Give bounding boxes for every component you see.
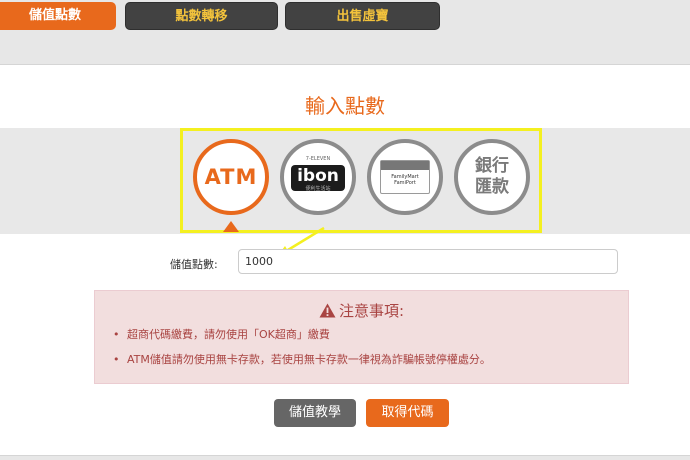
points-label: 儲值點數: [170,258,218,271]
payment-option-bank-transfer[interactable]: 銀行 匯款 [454,139,530,215]
famiport-stripe [381,161,429,170]
ibon-brand-label: 7-ELEVEN [305,156,331,162]
payment-option-atm[interactable]: ATM [193,139,269,215]
notice-heading: 注意事項: [95,300,628,321]
payment-option-famiport[interactable]: FamilyMart FamiPort [367,139,443,215]
ibon-sublabel: 便利生活站 [305,186,331,192]
section-title: 輸入點數 [305,94,385,118]
tab-sell-items[interactable]: 出售虛寶 [285,2,440,30]
notice-panel: 注意事項: 超商代碼繳費，請勿使用「OK超商」繳費 ATM儲值請勿使用無卡存款，… [94,290,629,384]
famiport-name: FamiPort [394,180,416,186]
tab-deposit-points[interactable]: 儲值點數 [0,2,116,30]
bank-label-line2: 匯款 [475,177,509,197]
warning-icon [319,303,336,318]
famiport-label: FamilyMart FamiPort [381,174,429,186]
selected-pointer-icon [223,221,239,232]
notice-list: 超商代碼繳費，請勿使用「OK超商」繳費 ATM儲值請勿使用無卡存款，若使用無卡存… [113,328,491,378]
notice-title: 注意事項: [338,302,405,320]
footer-divider [0,455,690,460]
famiport-kiosk-icon: FamilyMart FamiPort [380,160,430,194]
ibon-label: ibon [297,166,339,186]
points-input[interactable] [238,249,618,274]
notice-item: ATM儲值請勿使用無卡存款，若使用無卡存款一律視為詐騙帳號停權處分。 [113,353,491,367]
ibon-logo-icon: ibon 便利生活站 [291,165,345,192]
atm-text-icon: ATM [204,165,258,189]
tab-points-transfer[interactable]: 點數轉移 [125,2,278,30]
top-tab-bar: 儲值點數 點數轉移 出售虛寶 [0,0,690,65]
bank-label-line1: 銀行 [475,156,509,176]
payment-option-ibon[interactable]: 7-ELEVEN ibon 便利生活站 [280,139,356,215]
notice-item: 超商代碼繳費，請勿使用「OK超商」繳費 [113,328,491,342]
bank-transfer-icon: 銀行 匯款 [458,156,526,198]
tutorial-button[interactable]: 儲值教學 [274,399,356,427]
get-code-button[interactable]: 取得代碼 [366,399,449,427]
